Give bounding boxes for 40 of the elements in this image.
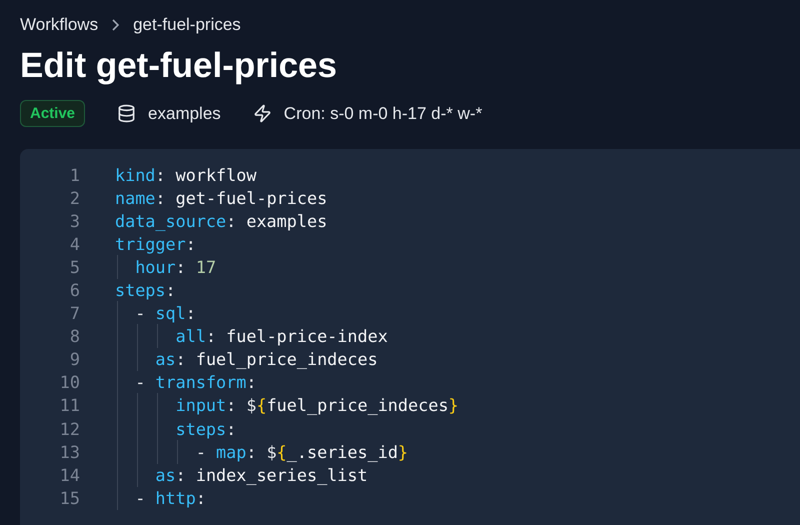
schedule-label: Cron: s-0 m-0 h-17 d-* w-*: [284, 104, 482, 124]
database-icon: [117, 104, 136, 123]
code-line: steps:: [115, 418, 236, 439]
line-number: 14: [58, 464, 80, 485]
page-title: Edit get-fuel-prices: [20, 45, 338, 87]
code-line: - sql:: [115, 303, 196, 324]
code-line: as: fuel_price_indeces: [115, 349, 378, 370]
line-number: 6: [68, 280, 80, 300]
code-line: hour: 17: [115, 256, 216, 277]
code-line: - http:: [115, 488, 206, 508]
code-line: name: get-fuel-prices: [115, 188, 328, 208]
line-number: 8: [68, 326, 80, 346]
line-number: 7: [68, 303, 80, 324]
line-number: 5: [68, 256, 80, 277]
code-line: steps:: [115, 280, 176, 300]
status-badge: Active: [20, 100, 86, 127]
line-number: 1: [68, 164, 80, 185]
line-number: 11: [58, 395, 80, 416]
code-line: - map: ${_.series_id}: [115, 442, 408, 462]
line-number: 15: [58, 488, 80, 508]
code-line: - transform:: [115, 372, 256, 392]
code-line: trigger:: [115, 234, 196, 254]
code-line: all: fuel-price-index: [115, 326, 388, 346]
code-line: as: index_series_list: [115, 464, 368, 485]
line-number: 4: [68, 234, 80, 254]
breadcrumb-link[interactable]: Workflows: [20, 15, 98, 35]
line-number: 12: [58, 418, 80, 439]
chevron-icon: [112, 19, 120, 31]
line-number: 10: [58, 372, 80, 392]
data-source-label: examples: [148, 104, 221, 124]
code-line: input: ${fuel_price_indeces}: [115, 395, 459, 416]
breadcrumb-link[interactable]: get-fuel-prices: [133, 15, 241, 35]
lightning-icon: [252, 104, 272, 123]
line-number: 3: [68, 210, 80, 231]
line-number: 2: [68, 188, 80, 208]
code-line: kind: workflow: [115, 164, 256, 185]
line-number: 13: [58, 442, 80, 462]
code-line: data_source: examples: [115, 210, 328, 231]
code-editor[interactable]: [20, 149, 800, 525]
line-number: 9: [68, 349, 80, 370]
